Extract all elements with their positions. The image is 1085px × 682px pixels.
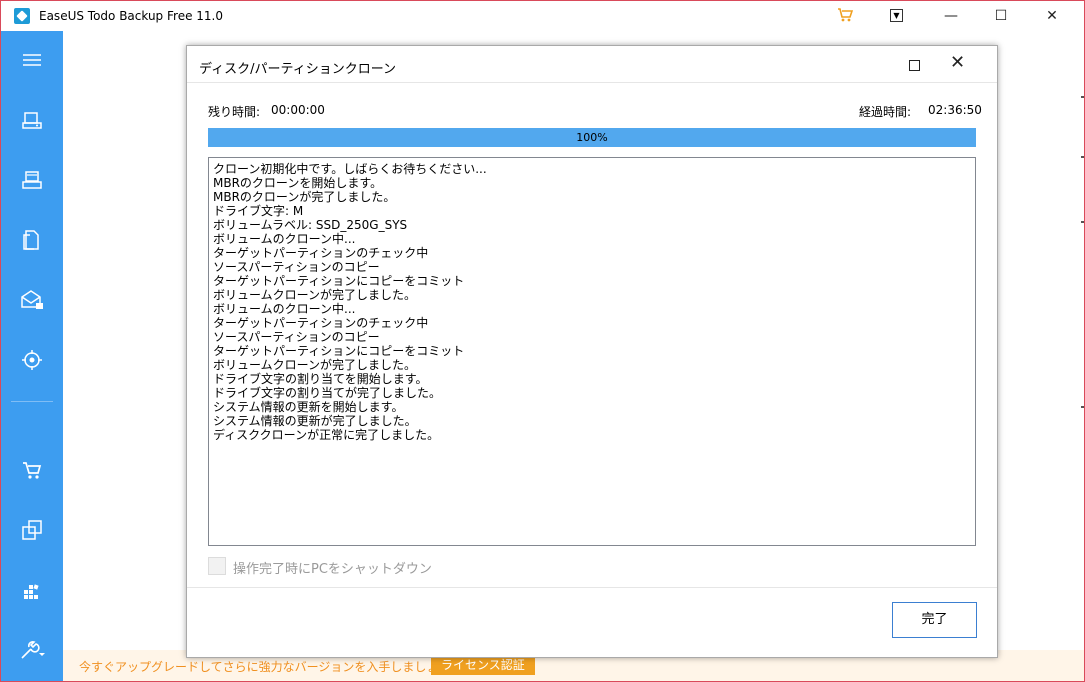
background-mark	[1081, 406, 1084, 408]
log-line: システム情報の更新が完了しました。	[213, 414, 417, 428]
minimize-button[interactable]: —	[928, 1, 974, 31]
log-line: ドライブ文字の割り当てを開始します。	[213, 372, 428, 386]
shutdown-checkbox-label: 操作完了時にPCをシャットダウン	[233, 562, 432, 577]
settings-wrench-icon[interactable]	[1, 631, 63, 671]
sidebar-divider	[11, 401, 53, 402]
clone-dialog: ディスク/パーティションクローン ✕ 残り時間: 00:00:00 経過時間: …	[186, 45, 998, 658]
log-line: システム情報の更新を開始します。	[213, 400, 404, 414]
menu-icon[interactable]	[1, 41, 63, 81]
log-lines: クローン初期化中です。しばらくお待ちください... MBRのクローンを開始します。…	[209, 162, 975, 442]
divider	[187, 587, 997, 588]
log-line: MBRのクローンが完了しました。	[213, 190, 396, 204]
activate-license-button[interactable]: ライセンス認証	[431, 655, 535, 675]
maximize-button[interactable]: ☐	[978, 1, 1024, 31]
divider	[187, 82, 997, 83]
cart-icon[interactable]	[837, 7, 854, 27]
done-button[interactable]: 完了	[892, 602, 977, 638]
elapsed-time-label: 経過時間:	[859, 105, 912, 119]
mail-backup-icon[interactable]	[1, 281, 63, 321]
app-title: EaseUS Todo Backup Free 11.0	[39, 9, 223, 23]
smart-backup-icon[interactable]	[1, 341, 63, 381]
log-line: ドライブ文字の割り当てが完了しました。	[213, 386, 442, 400]
shutdown-checkbox[interactable]	[208, 557, 226, 575]
progress-bar: 100%	[208, 128, 976, 147]
log-line: ボリュームのクローン中...	[213, 302, 356, 316]
dropdown-menu-icon[interactable]: ▼	[890, 9, 903, 22]
log-line: ディスククローンが正常に完了しました。	[213, 428, 440, 442]
cart-icon[interactable]	[1, 451, 63, 491]
sidebar	[1, 31, 63, 681]
progress-text: 100%	[576, 131, 608, 144]
log-line: ボリュームクローンが完了しました。	[213, 358, 417, 372]
log-line: ソースパーティションのコピー	[213, 330, 380, 344]
remaining-time-value: 00:00:00	[271, 103, 325, 117]
clone-icon[interactable]	[1, 511, 63, 551]
tools-icon[interactable]	[1, 571, 63, 611]
dialog-maximize-button[interactable]	[909, 60, 920, 71]
titlebar: EaseUS Todo Backup Free 11.0 ▼ — ☐ ✕	[1, 1, 1084, 31]
remaining-time-label: 残り時間:	[208, 105, 261, 119]
file-backup-icon[interactable]	[1, 221, 63, 261]
dialog-close-button[interactable]: ✕	[950, 52, 965, 73]
background-mark	[1081, 156, 1084, 158]
log-line: ターゲットパーティションにコピーをコミット	[213, 274, 465, 288]
log-line: クローン初期化中です。しばらくお待ちください...	[213, 162, 487, 176]
log-line: ボリュームクローンが完了しました。	[213, 288, 417, 302]
app-logo-icon	[14, 8, 30, 24]
log-line: MBRのクローンを開始します。	[213, 176, 383, 190]
log-line: ボリュームラベル: SSD_250G_SYS	[213, 218, 408, 232]
log-line: ターゲットパーティションのチェック中	[213, 316, 429, 330]
elapsed-time-value: 02:36:50	[928, 103, 982, 117]
log-textbox[interactable]: クローン初期化中です。しばらくお待ちください... MBRのクローンを開始します。…	[208, 157, 976, 546]
log-line: ドライブ文字: M	[213, 204, 304, 218]
log-line: ターゲットパーティションのチェック中	[213, 246, 429, 260]
background-mark	[1081, 221, 1084, 223]
log-line: ターゲットパーティションにコピーをコミット	[213, 344, 465, 358]
disk-backup-icon[interactable]	[1, 101, 63, 141]
background-mark	[1081, 96, 1084, 98]
system-backup-icon[interactable]	[1, 161, 63, 201]
dialog-title: ディスク/パーティションクローン	[199, 62, 397, 77]
upgrade-text[interactable]: 今すぐアップグレードしてさらに強力なバージョンを入手しましょう。	[79, 658, 462, 675]
log-line: ソースパーティションのコピー	[213, 260, 380, 274]
log-line: ボリュームのクローン中...	[213, 232, 356, 246]
close-button[interactable]: ✕	[1029, 1, 1075, 31]
